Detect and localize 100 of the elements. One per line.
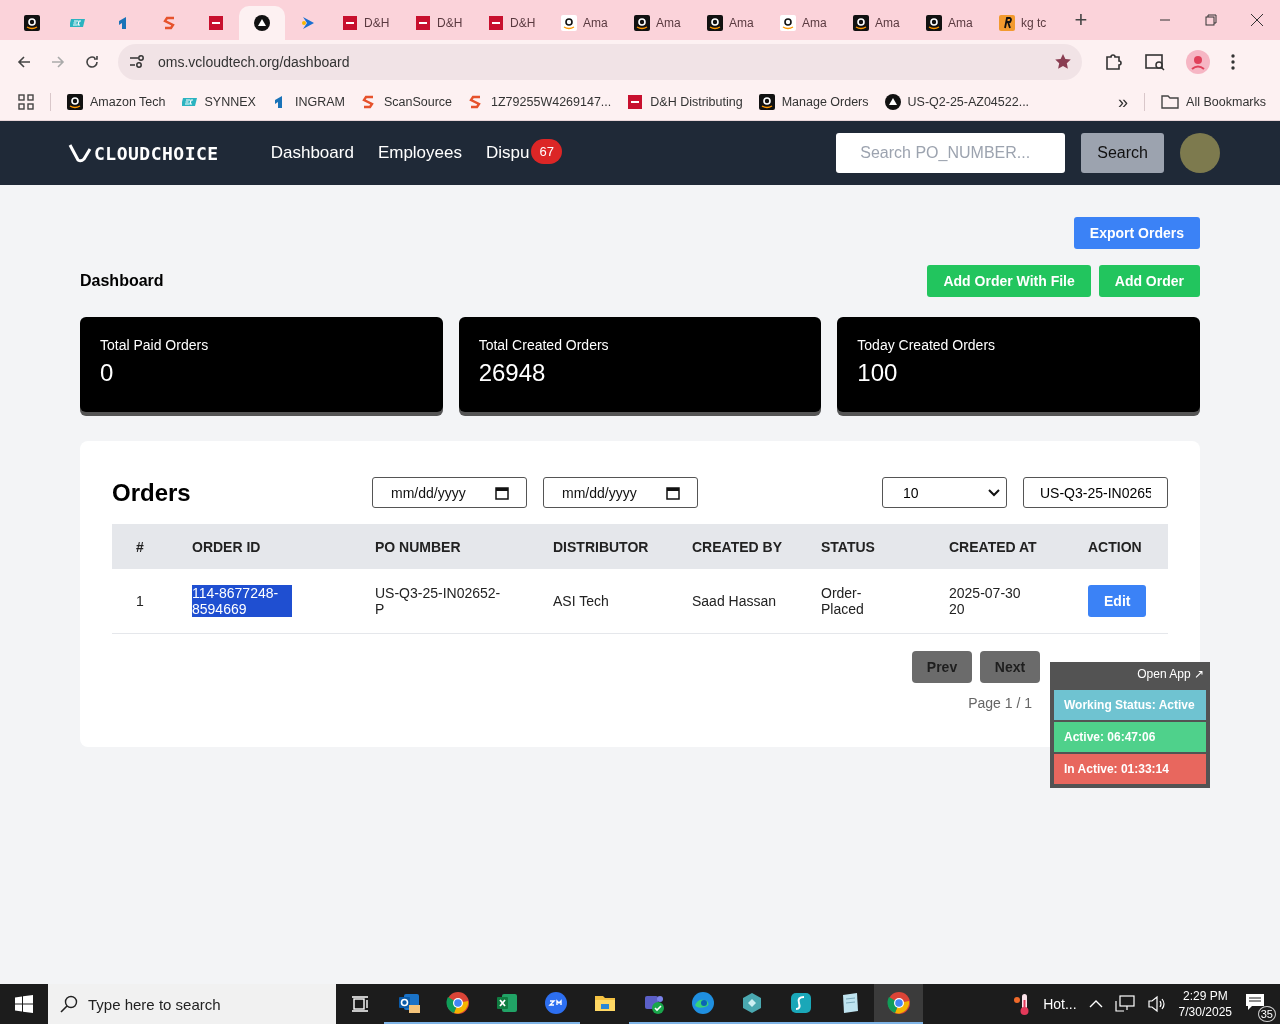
favicon-icon (299, 15, 316, 31)
bookmark-link[interactable]: ScanSource (360, 94, 453, 110)
column-header: DISTRIBUTOR (553, 538, 650, 555)
date-field[interactable]: mm/dd/yyyy (543, 477, 698, 508)
nav-link[interactable]: Dashboard (270, 143, 354, 163)
browser-tab[interactable]: Ama (550, 6, 623, 40)
logo-mark-icon (68, 143, 92, 163)
favicon-icon (253, 15, 270, 31)
logo-text[interactable]: CLOUDCHOICE (94, 142, 219, 164)
favicon-icon (561, 15, 577, 31)
clock-date[interactable]: 7/30/2025 (1178, 1005, 1232, 1019)
browser-tab[interactable]: D&H (404, 6, 477, 40)
count-badge: 67 (531, 138, 562, 164)
profile-icon[interactable] (1186, 50, 1210, 74)
page-size-select[interactable]: 10 (882, 477, 1007, 508)
more-bookmarks-button[interactable]: » (1118, 91, 1129, 113)
reload-icon[interactable] (84, 54, 100, 70)
open-app-link[interactable]: Open App ↗ (1054, 662, 1206, 688)
date-field[interactable]: mm/dd/yyyy (372, 477, 527, 508)
stat-label: Today Created Orders (857, 337, 997, 353)
new-tab-button[interactable]: + (1061, 7, 1101, 33)
task-view-icon[interactable] (351, 996, 369, 1012)
browser-tab[interactable]: kg tc (988, 6, 1061, 40)
table-cell-text: Order-Placed (821, 585, 865, 617)
favicon-icon (926, 15, 942, 31)
favicon-icon (780, 15, 796, 31)
clock-time[interactable]: 2:29 PM (1182, 989, 1228, 1003)
notification-count: 35 (1257, 1006, 1276, 1022)
chevron-up-icon[interactable] (1088, 999, 1103, 1009)
stat-value: 100 (857, 359, 899, 387)
bookmark-link[interactable]: 1Z79255W4269147... (468, 94, 612, 110)
export-orders-button[interactable]: Export Orders (1073, 217, 1200, 249)
bookmark-link[interactable]: INGRAM (271, 94, 345, 110)
browser-tab[interactable]: Ama (696, 6, 769, 40)
browser-tab[interactable]: Ama (842, 6, 915, 40)
browser-tab[interactable]: D&H (331, 6, 404, 40)
column-header: CREATED AT (949, 538, 1038, 555)
mail-app-icon (396, 991, 421, 1015)
browser-tab[interactable]: D&H (477, 6, 550, 40)
tab-search-icon[interactable] (1144, 52, 1166, 72)
back-icon[interactable] (16, 54, 32, 70)
browser-tab[interactable]: Ama (623, 6, 696, 40)
bookmark-link[interactable]: D&H Distributing (627, 94, 743, 110)
weather-text[interactable]: Hot... (1043, 996, 1077, 1012)
table-cell: 114-8677248-8594669 (192, 585, 292, 617)
spreadsheet-app-icon (494, 991, 519, 1015)
favicon-icon (884, 94, 901, 110)
favicon-icon (758, 94, 775, 110)
edit-button[interactable]: Edit (1088, 585, 1147, 617)
column-header: STATUS (821, 538, 876, 555)
chevron-down-icon (988, 488, 1000, 497)
favicon-icon (415, 15, 431, 31)
favicon-icon (488, 15, 504, 31)
favicon-icon (853, 15, 869, 31)
apps-icon[interactable] (18, 94, 34, 110)
bookmark-link[interactable]: US-Q2-25-AZ04522... (884, 94, 1030, 110)
status-row: Active: 06:47:06 (1054, 722, 1206, 752)
notification-icon[interactable] (1244, 992, 1266, 1012)
windows-start-icon[interactable] (15, 995, 33, 1013)
calendar-icon[interactable] (666, 486, 680, 500)
taskbar-app-button[interactable] (874, 984, 923, 1024)
network-icon[interactable] (1114, 995, 1135, 1013)
menu-icon[interactable] (1230, 53, 1236, 71)
favicon-icon (207, 15, 224, 31)
stat-label: Total Created Orders (478, 337, 610, 353)
page-indicator: Page 1 / 1 (968, 695, 1032, 711)
site-settings-icon[interactable] (128, 53, 146, 71)
browser-tab[interactable]: Ama (915, 6, 988, 40)
bookmark-link[interactable]: SYNNEX (181, 94, 256, 110)
table-cell-text: 2025-07-30 20 (949, 585, 1022, 617)
orders-title: Orders (112, 478, 192, 507)
favicon-icon (707, 15, 723, 31)
search-button[interactable]: Search (1081, 133, 1164, 173)
table-cell: Saad Hassan (692, 593, 777, 609)
column-header: ORDER ID (192, 538, 262, 555)
status-row: In Active: 01:33:14 (1054, 754, 1206, 784)
avatar[interactable] (1180, 133, 1220, 173)
favicon-icon (634, 15, 650, 31)
favicon-icon (161, 15, 178, 31)
wave-app-icon (788, 991, 813, 1015)
bookmark-link[interactable]: Amazon Tech (67, 94, 166, 110)
search-field[interactable]: Search PO_NUMBER... (836, 133, 1066, 173)
status-row: Working Status: Active (1054, 690, 1206, 720)
folder-icon (1161, 94, 1180, 110)
column-header: ACTION (1088, 538, 1143, 555)
extensions-icon[interactable] (1104, 52, 1124, 72)
favicon-icon (23, 15, 40, 31)
page-title: Dashboard (80, 272, 164, 290)
calendar-icon[interactable] (495, 486, 509, 500)
volume-icon[interactable] (1146, 995, 1167, 1013)
favicon-icon (999, 15, 1015, 31)
table-cell: ASI Tech (553, 593, 609, 609)
all-bookmarks-button[interactable]: All Bookmarks (1161, 94, 1266, 110)
nav-link[interactable]: Employees (377, 143, 462, 163)
taskbar-search-field[interactable]: Type here to search (48, 984, 336, 1024)
address-bar[interactable]: oms.vcloudtech.org/dashboard (118, 44, 1082, 80)
browser-tab[interactable]: Ama (769, 6, 842, 40)
star-icon[interactable] (1054, 53, 1072, 71)
browser-tab[interactable] (239, 6, 285, 40)
bookmark-link[interactable]: Manage Orders (758, 94, 869, 110)
